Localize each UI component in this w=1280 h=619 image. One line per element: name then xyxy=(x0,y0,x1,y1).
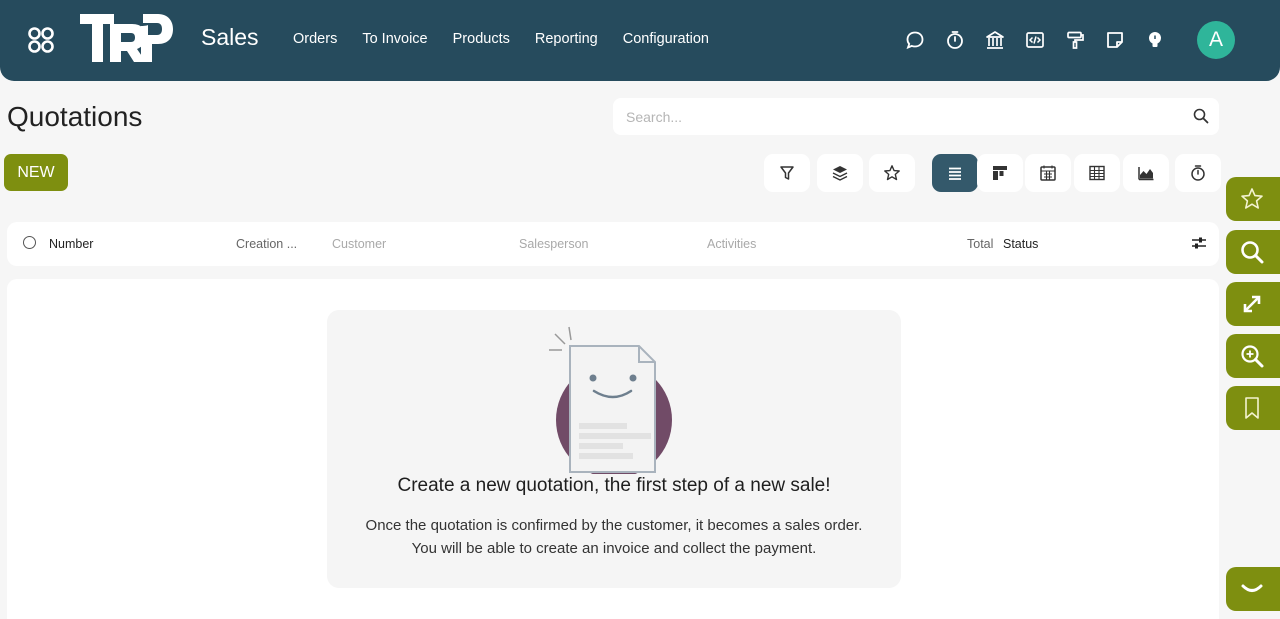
apps-menu-icon[interactable] xyxy=(27,26,55,54)
search-input[interactable] xyxy=(626,98,1176,135)
menu-orders[interactable]: Orders xyxy=(293,31,337,47)
filter-icon xyxy=(780,166,794,180)
list-view-icon xyxy=(949,167,961,180)
empty-state-title: Create a new quotation, the first step o… xyxy=(397,475,831,496)
graph-view-button[interactable] xyxy=(1123,154,1169,192)
note-icon[interactable] xyxy=(1104,29,1126,51)
app-title[interactable]: Sales xyxy=(201,24,259,51)
search-icon[interactable] xyxy=(1192,107,1210,125)
side-tab-bookmark[interactable] xyxy=(1226,386,1280,430)
search-bar xyxy=(613,98,1219,135)
calendar-view-icon xyxy=(1040,165,1056,181)
column-number[interactable]: Number xyxy=(49,237,93,251)
side-tab-collapse[interactable] xyxy=(1226,567,1280,611)
activity-view-button[interactable] xyxy=(1175,154,1221,192)
kanban-view-icon xyxy=(993,166,1007,180)
side-tab-zoom[interactable] xyxy=(1226,334,1280,378)
menu-reporting[interactable]: Reporting xyxy=(535,31,598,47)
calendar-view-button[interactable] xyxy=(1025,154,1071,192)
timer-icon[interactable] xyxy=(944,29,966,51)
top-navbar: Sales Orders To Invoice Products Reporti… xyxy=(0,0,1280,81)
menu-to-invoice[interactable]: To Invoice xyxy=(362,31,427,47)
empty-state-helper: Create a new quotation, the first step o… xyxy=(327,310,901,588)
main-menu: Orders To Invoice Products Reporting Con… xyxy=(293,31,734,47)
filter-button[interactable] xyxy=(764,154,810,192)
column-customer[interactable]: Customer xyxy=(332,237,386,251)
menu-configuration[interactable]: Configuration xyxy=(623,31,709,47)
column-creation-date[interactable]: Creation ... xyxy=(236,237,297,251)
chevron-down-icon xyxy=(1241,584,1263,592)
activity-view-icon xyxy=(1191,165,1205,181)
systray xyxy=(904,29,1184,51)
pivot-view-button[interactable] xyxy=(1074,154,1120,192)
empty-state-line-1: Once the quotation is confirmed by the c… xyxy=(365,517,863,534)
list-content: Create a new quotation, the first step o… xyxy=(7,279,1219,619)
bank-icon[interactable] xyxy=(984,29,1006,51)
layers-icon xyxy=(832,166,848,181)
column-total[interactable]: Total xyxy=(967,237,993,251)
graph-view-icon xyxy=(1138,167,1154,181)
column-status[interactable]: Status xyxy=(1003,237,1038,251)
side-tab-favorites[interactable] xyxy=(1226,177,1280,221)
user-avatar[interactable]: A xyxy=(1197,21,1235,59)
lightbulb-icon[interactable] xyxy=(1144,29,1166,51)
favorites-button[interactable] xyxy=(869,154,915,192)
chat-icon[interactable] xyxy=(904,29,926,51)
list-header: Number Creation ... Customer Salesperson… xyxy=(7,222,1219,266)
column-salesperson[interactable]: Salesperson xyxy=(519,237,589,251)
menu-products[interactable]: Products xyxy=(453,31,510,47)
list-view-button[interactable] xyxy=(932,154,978,192)
star-icon xyxy=(1241,188,1263,209)
star-icon xyxy=(884,165,900,181)
pivot-view-icon xyxy=(1089,165,1105,181)
smiling-document-illustration xyxy=(549,326,672,474)
column-activities[interactable]: Activities xyxy=(707,237,756,251)
side-tab-search[interactable] xyxy=(1226,230,1280,274)
empty-state-line-2: You will be able to create an invoice an… xyxy=(411,540,817,557)
kanban-view-button[interactable] xyxy=(977,154,1023,192)
search-icon xyxy=(1241,241,1264,264)
select-all-checkbox[interactable] xyxy=(23,236,36,249)
group-by-button[interactable] xyxy=(817,154,863,192)
code-icon[interactable] xyxy=(1024,29,1046,51)
optional-columns-icon[interactable] xyxy=(1191,235,1207,251)
bookmark-icon xyxy=(1245,397,1259,419)
zoom-in-icon xyxy=(1241,345,1264,368)
side-tab-expand[interactable] xyxy=(1226,282,1280,326)
company-logo[interactable] xyxy=(80,12,175,64)
expand-icon xyxy=(1243,295,1261,313)
page-title: Quotations xyxy=(7,101,143,132)
paint-roller-icon[interactable] xyxy=(1064,29,1086,51)
new-button[interactable]: NEW xyxy=(4,154,68,191)
